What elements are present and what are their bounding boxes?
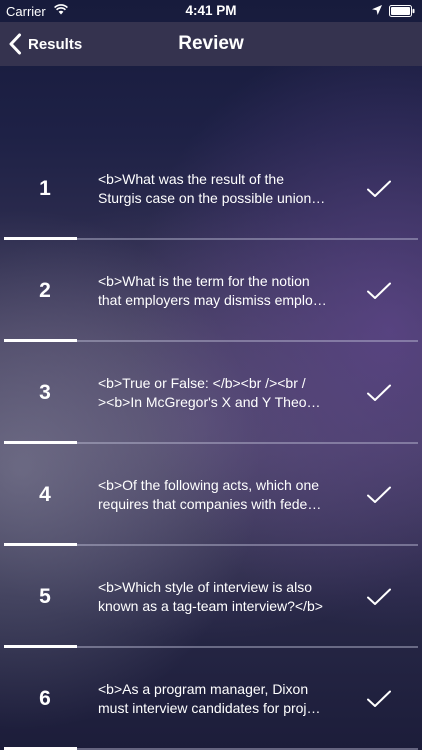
question-line-2: known as a tag-team interview?</b> (98, 598, 323, 614)
list-item[interactable]: 2 <b>What is the term for the notion tha… (0, 240, 422, 342)
list-item[interactable]: 3 <b>True or False: </b><br /><br / ><b>… (0, 342, 422, 444)
question-number: 4 (39, 483, 51, 506)
question-number: 5 (39, 585, 51, 608)
battery-icon (389, 5, 415, 17)
question-number: 2 (39, 279, 51, 302)
question-text: <b>What is the term for the notion that … (98, 240, 350, 342)
check-icon (367, 690, 391, 707)
review-screen: Carrier 4:41 PM Results Review 1 <b>What… (0, 0, 422, 750)
list-item[interactable]: 4 <b>Of the following acts, which one re… (0, 444, 422, 546)
list-item[interactable]: 6 <b>As a program manager, Dixon must in… (0, 648, 422, 750)
question-number: 1 (39, 177, 51, 200)
question-text: <b>What was the result of the Sturgis ca… (98, 138, 350, 240)
review-list: 1 <b>What was the result of the Sturgis … (0, 66, 422, 750)
question-line-2: ><b>In McGregor's X and Y Theo… (98, 394, 321, 410)
status-bar: Carrier 4:41 PM (0, 0, 422, 22)
check-icon (367, 486, 391, 503)
check-icon (367, 588, 391, 605)
question-line-1: <b>Which style of interview is also (98, 579, 312, 595)
list-item[interactable]: 5 <b>Which style of interview is also kn… (0, 546, 422, 648)
question-text: <b>True or False: </b><br /><br / ><b>In… (98, 342, 350, 444)
check-icon (367, 180, 391, 197)
question-text: <b>As a program manager, Dixon must inte… (98, 648, 350, 750)
question-line-1: <b>True or False: </b><br /><br / (98, 375, 306, 391)
location-icon (372, 5, 382, 15)
question-line-2: must interview candidates for proj… (98, 700, 321, 716)
navigation-bar: Results Review (0, 22, 422, 66)
question-text: <b>Which style of interview is also know… (98, 546, 350, 648)
question-number: 3 (39, 381, 51, 404)
page-title: Review (178, 33, 244, 54)
question-line-1: <b>Of the following acts, which one (98, 477, 320, 493)
question-line-2: Sturgis case on the possible union… (98, 190, 326, 206)
question-text: <b>Of the following acts, which one requ… (98, 444, 350, 546)
question-line-2: that employers may dismiss emplo… (98, 292, 327, 308)
question-line-1: <b>What is the term for the notion (98, 273, 310, 289)
check-icon (367, 282, 391, 299)
check-icon (367, 384, 391, 401)
list-item[interactable]: 1 <b>What was the result of the Sturgis … (0, 138, 422, 240)
question-line-2: requires that companies with fede… (98, 496, 322, 512)
question-line-1: <b>As a program manager, Dixon (98, 681, 309, 697)
status-time: 4:41 PM (185, 3, 237, 18)
question-number: 6 (39, 687, 51, 710)
question-line-1: <b>What was the result of the (98, 171, 284, 187)
